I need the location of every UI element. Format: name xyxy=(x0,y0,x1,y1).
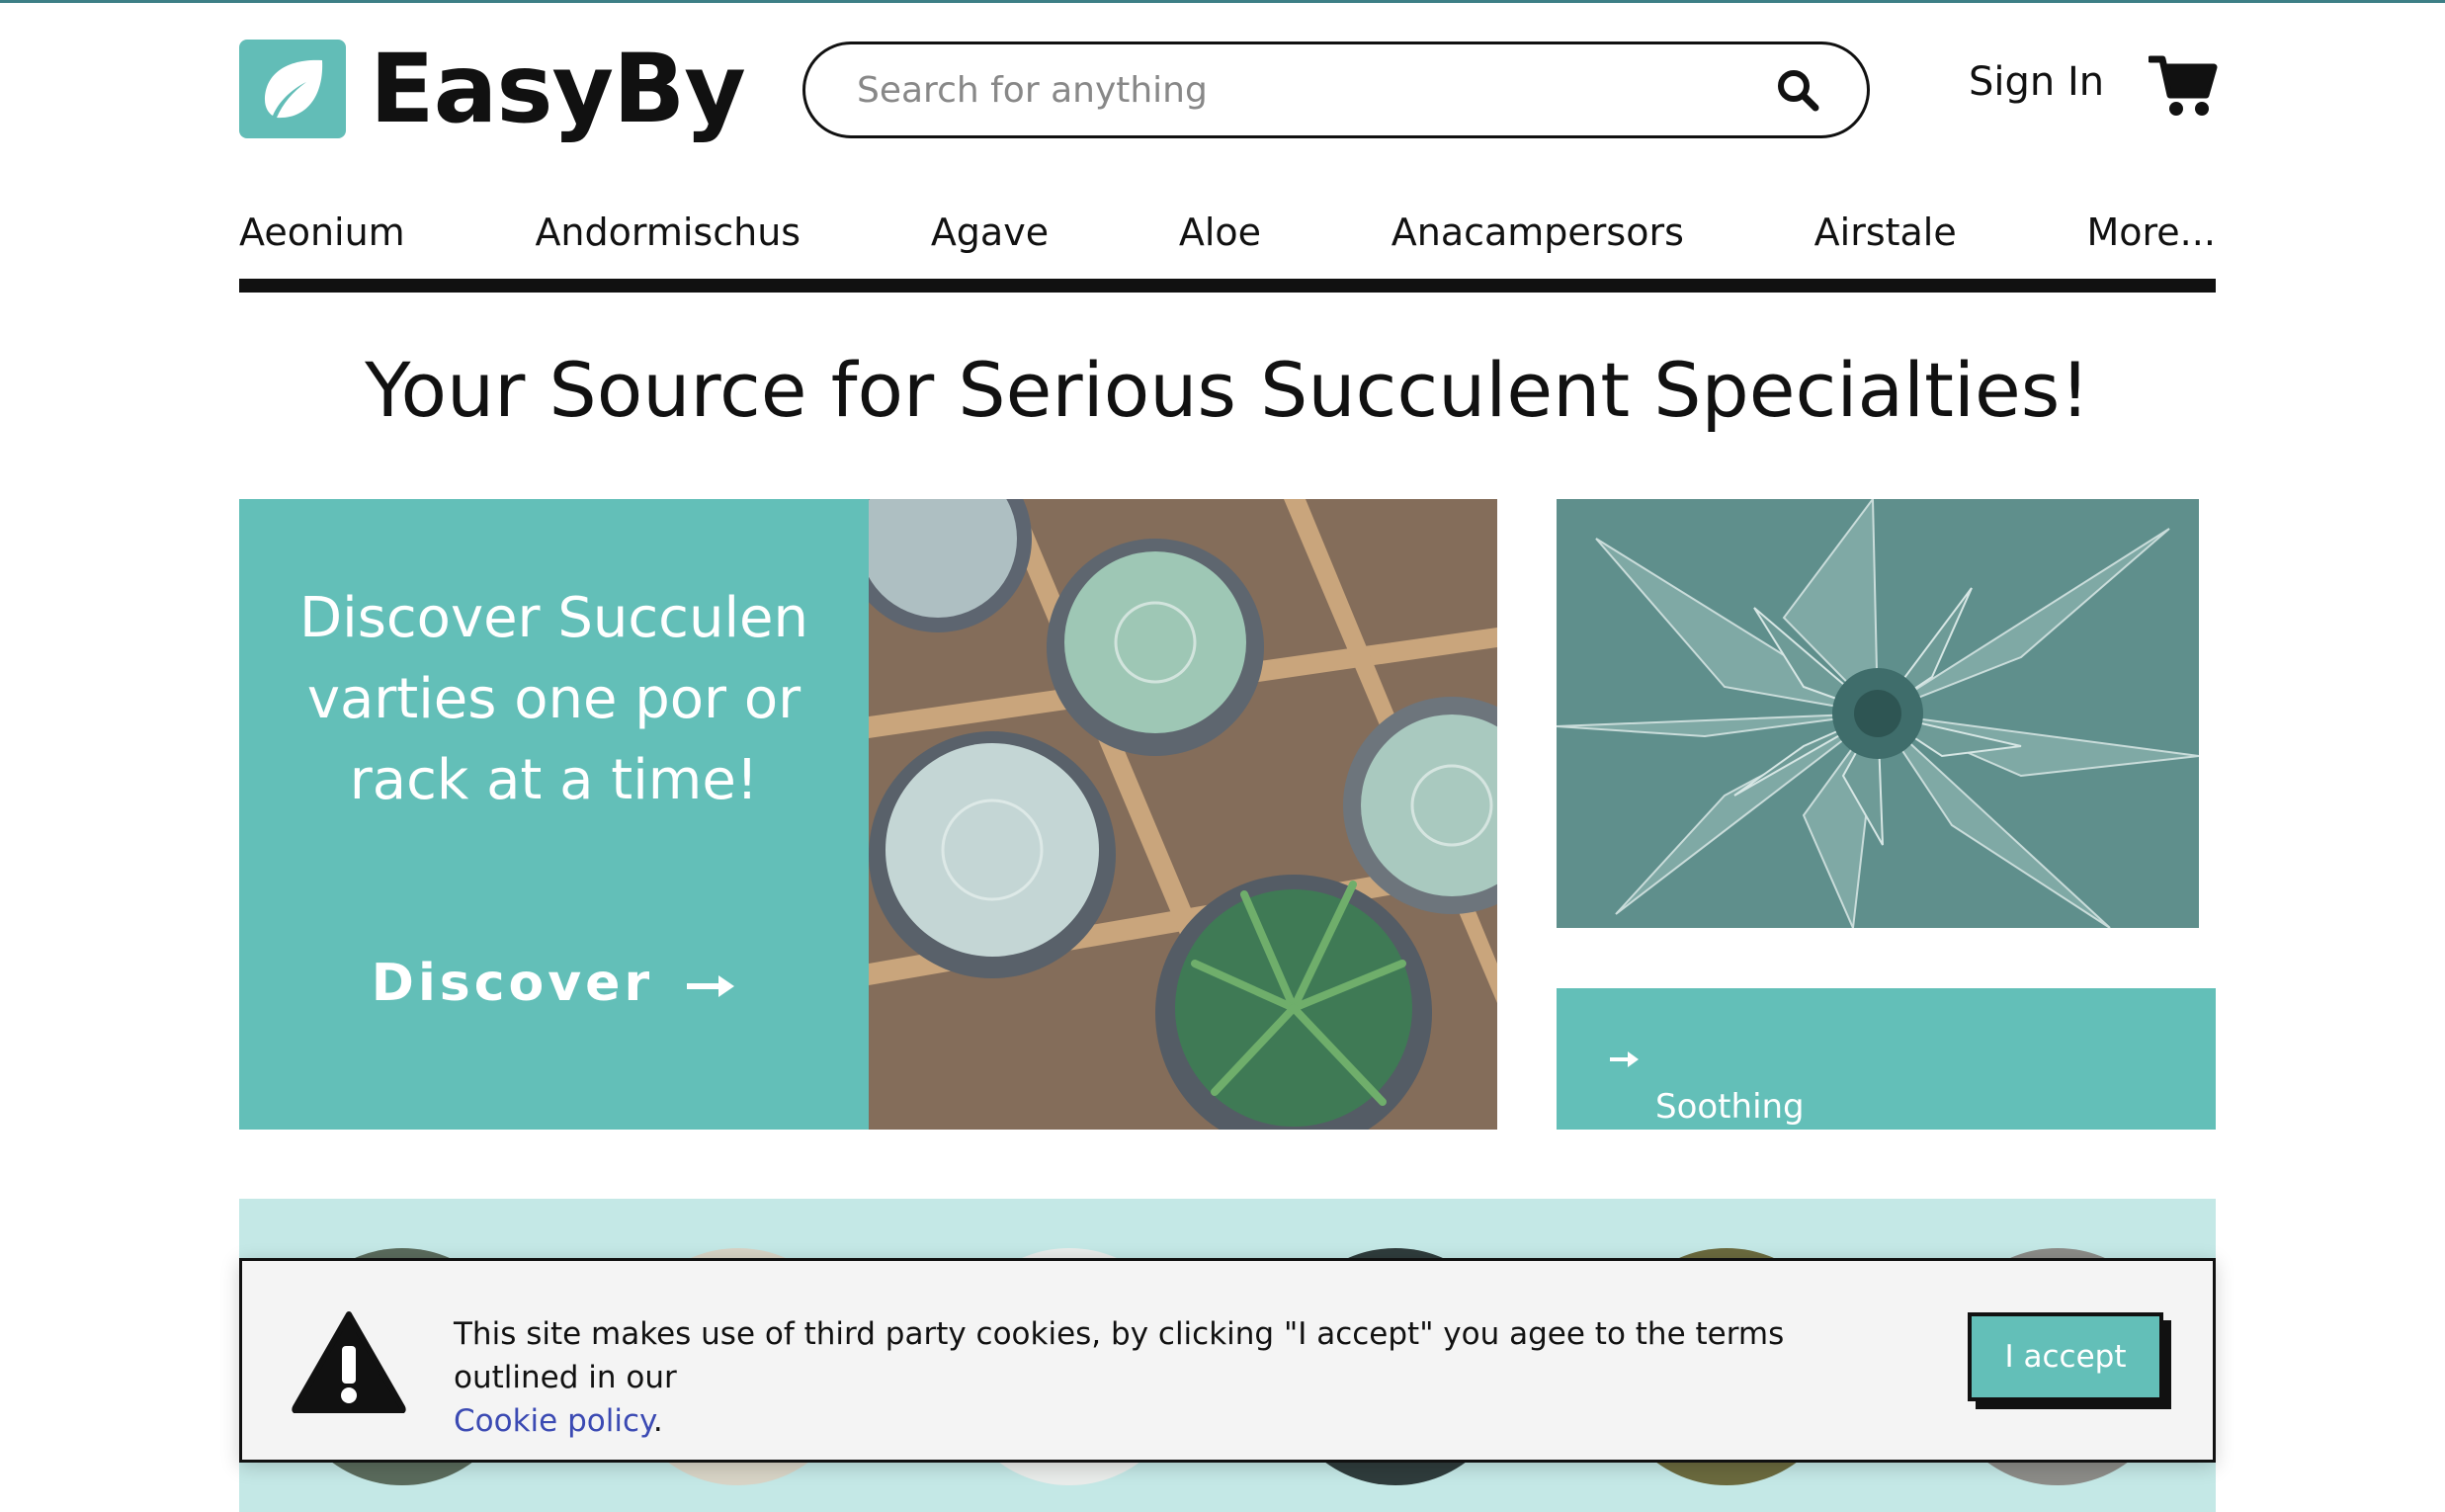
nav-item-aeonium[interactable]: Aeonium xyxy=(239,210,405,254)
cookie-banner: This site makes use of third party cooki… xyxy=(239,1258,2216,1463)
soothing-aloe-card[interactable]: Soothing Aloe xyxy=(1557,988,2216,1166)
search-bar[interactable] xyxy=(802,42,1870,138)
agave-image xyxy=(1557,499,2199,928)
brand-name: EasyBy xyxy=(370,34,746,144)
nav-item-airstale[interactable]: Airstale xyxy=(1814,210,1957,254)
discover-button[interactable]: Discover xyxy=(239,954,869,1013)
cookie-message-period: . xyxy=(652,1403,663,1439)
cookie-policy-link[interactable]: Cookie policy xyxy=(454,1403,653,1439)
brand-logo[interactable]: EasyBy xyxy=(239,34,746,144)
hero-promo-panel: Discover Succulen varties one por or rac… xyxy=(239,499,869,1130)
search-icon[interactable] xyxy=(1776,68,1819,112)
leaf-icon xyxy=(239,40,346,138)
cart-icon[interactable] xyxy=(2149,53,2218,119)
warning-icon xyxy=(292,1311,406,1413)
accept-cookies-button[interactable]: I accept xyxy=(1968,1312,2163,1401)
cookie-message-text: This site makes use of third party cooki… xyxy=(454,1316,1785,1395)
arrow-right-icon xyxy=(1610,1050,1639,1067)
site-header: EasyBy Sign In xyxy=(239,34,2218,144)
cookie-message: This site makes use of third party cooki… xyxy=(454,1312,1857,1443)
nav-item-aloe[interactable]: Aloe xyxy=(1179,210,1261,254)
soothing-aloe-label: Soothing Aloe xyxy=(1655,1087,1805,1166)
nav-item-andormischus[interactable]: Andormischus xyxy=(535,210,801,254)
succulent-tray-image xyxy=(869,499,1497,1130)
hero-copy: Discover Succulen varties one por or rac… xyxy=(299,586,808,812)
discover-label: Discover xyxy=(371,954,654,1013)
sign-in-link[interactable]: Sign In xyxy=(1969,59,2104,105)
category-nav: Aeonium Andormischus Agave Aloe Anacampe… xyxy=(239,203,2216,262)
search-input[interactable] xyxy=(857,69,1776,111)
nav-item-agave[interactable]: Agave xyxy=(931,210,1049,254)
nav-divider xyxy=(239,279,2216,293)
nav-item-more[interactable]: More... xyxy=(2086,210,2215,254)
nav-item-anacampersors[interactable]: Anacampersors xyxy=(1391,210,1684,254)
page-headline: Your Source for Serious Succulent Specia… xyxy=(365,346,2090,434)
arrow-right-icon xyxy=(687,975,735,997)
top-accent-line xyxy=(0,0,2445,3)
